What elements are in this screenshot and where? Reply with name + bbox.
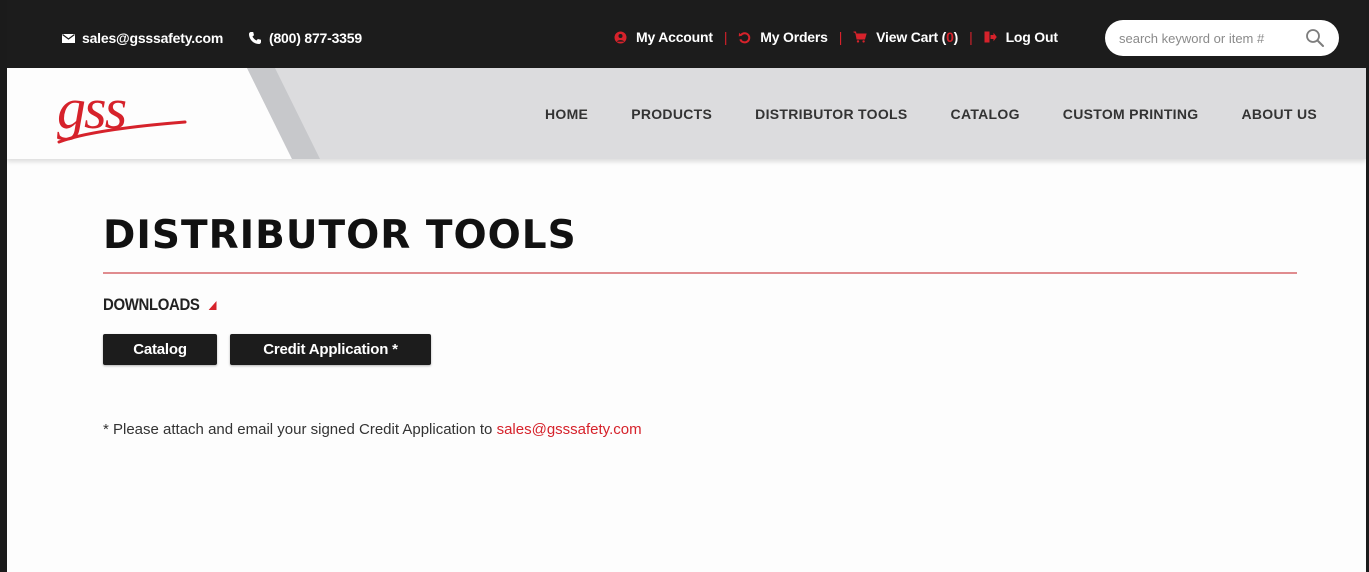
nav-custom-printing[interactable]: CUSTOM PRINTING <box>1063 106 1199 122</box>
user-icon <box>614 31 627 43</box>
phone-icon <box>249 32 261 44</box>
page-frame: sales@gsssafety.com (800) 877-3359 My Ac… <box>7 0 1366 572</box>
nav-separator: | <box>838 29 843 45</box>
contact-email-text: sales@gsssafety.com <box>82 30 224 46</box>
my-orders-link[interactable]: My Orders <box>738 29 828 45</box>
gss-logo[interactable]: gss <box>55 76 195 153</box>
search-icon[interactable] <box>1305 28 1325 48</box>
contact-email[interactable]: sales@gsssafety.com <box>62 30 223 46</box>
page-title: DISTRIBUTOR TOOLS <box>103 213 577 258</box>
downloads-heading: DOWNLOADS <box>103 295 217 315</box>
downloads-label: DOWNLOADS <box>103 295 200 314</box>
view-cart-text: View Cart ( <box>876 29 947 45</box>
title-divider <box>103 272 1297 274</box>
credit-application-download-button[interactable]: Credit Application * <box>230 334 431 365</box>
top-utility-bar: sales@gsssafety.com (800) 877-3359 My Ac… <box>7 0 1366 68</box>
my-orders-label: My Orders <box>760 29 828 45</box>
nav-distributor-tools[interactable]: DISTRIBUTOR TOOLS <box>755 106 907 122</box>
contact-phone-text: (800) 877-3359 <box>269 30 362 46</box>
credit-application-note: * Please attach and email your signed Cr… <box>103 421 642 438</box>
cart-icon <box>853 31 867 43</box>
nav-products[interactable]: PRODUCTS <box>631 106 712 122</box>
main-nav: HOME PRODUCTS DISTRIBUTOR TOOLS CATALOG … <box>545 106 1317 122</box>
note-email-link[interactable]: sales@gsssafety.com <box>497 421 642 438</box>
sign-out-icon <box>984 31 997 43</box>
nav-separator: | <box>723 29 728 45</box>
nav-home[interactable]: HOME <box>545 106 588 122</box>
my-account-label: My Account <box>636 29 713 45</box>
note-text: * Please attach and email your signed Cr… <box>103 421 497 438</box>
view-cart-label: View Cart (0) <box>876 29 958 45</box>
log-out-label: Log Out <box>1005 29 1058 45</box>
search-box <box>1105 20 1339 56</box>
cart-close-paren: ) <box>953 29 959 45</box>
catalog-download-button[interactable]: Catalog <box>103 334 217 365</box>
my-account-link[interactable]: My Account <box>614 29 713 45</box>
corner-arrow-icon <box>208 300 217 310</box>
history-icon <box>739 31 751 43</box>
envelope-icon <box>62 33 75 43</box>
log-out-link[interactable]: Log Out <box>984 29 1058 45</box>
nav-about-us[interactable]: ABOUT US <box>1241 106 1317 122</box>
search-input[interactable] <box>1119 20 1299 56</box>
contact-phone[interactable]: (800) 877-3359 <box>248 30 362 46</box>
site-header: gss HOME PRODUCTS DISTRIBUTOR TOOLS CATA… <box>7 68 1366 159</box>
nav-catalog[interactable]: CATALOG <box>951 106 1020 122</box>
cart-count: 0 <box>946 29 954 45</box>
view-cart-link[interactable]: View Cart (0) <box>853 29 958 45</box>
nav-separator: | <box>969 29 973 45</box>
account-nav: My Account | My Orders | View Cart (0) | <box>614 29 1058 45</box>
gss-logo-mark: gss <box>57 76 187 144</box>
